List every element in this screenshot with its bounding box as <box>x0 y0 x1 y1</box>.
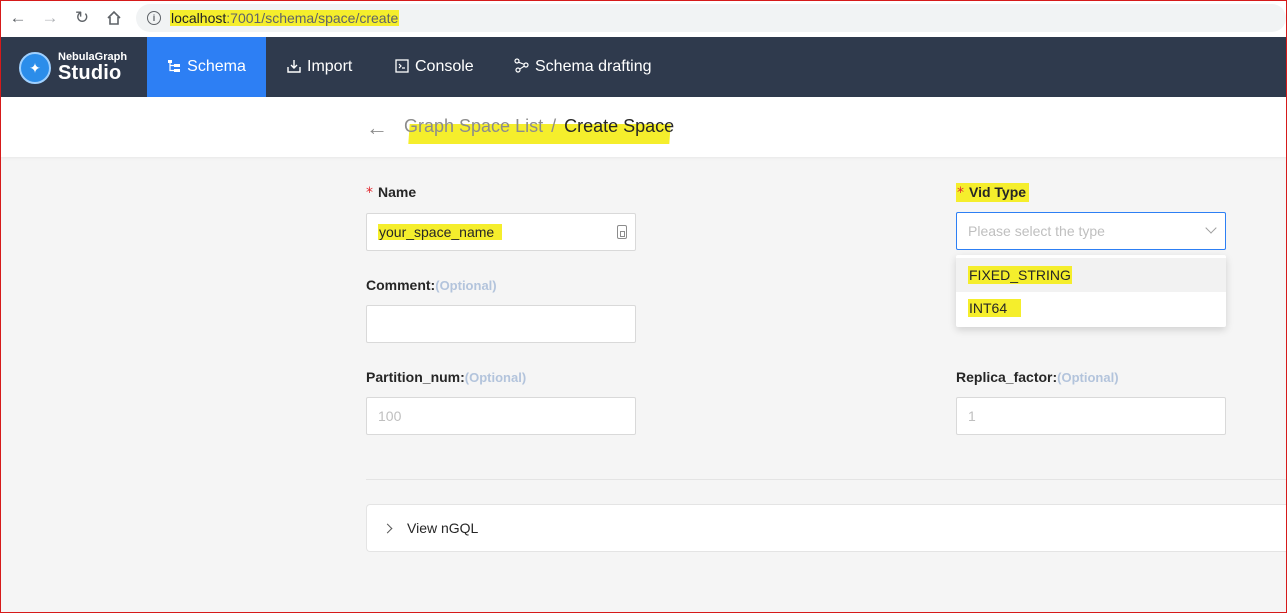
home-icon[interactable] <box>103 7 125 29</box>
name-input-value: your_space_name <box>378 224 503 240</box>
console-icon <box>395 58 409 76</box>
name-input[interactable]: your_space_name <box>366 213 636 251</box>
nav-tab-import[interactable]: Import <box>287 37 352 97</box>
breadcrumb-current-page: Create Space <box>564 116 675 136</box>
nav-tab-console[interactable]: Console <box>395 37 474 97</box>
vid-type-select[interactable]: Please select the type <box>956 212 1226 250</box>
optional-tag: (Optional) <box>464 370 527 385</box>
chevron-right-icon <box>382 523 393 533</box>
comment-input[interactable] <box>366 305 636 343</box>
forward-icon[interactable]: → <box>39 7 61 29</box>
site-info-icon[interactable]: i <box>147 11 161 25</box>
schema-icon <box>167 59 181 76</box>
divider <box>366 479 1287 480</box>
browser-toolbar: ← → ↻ i localhost:7001/schema/space/crea… <box>0 0 1287 37</box>
url-text: localhost:7001/schema/space/create <box>170 10 400 26</box>
reload-icon[interactable]: ↻ <box>71 7 93 29</box>
partition-num-placeholder: 100 <box>378 408 402 424</box>
option-fixed-string[interactable]: FIXED_STRING <box>956 258 1226 292</box>
comment-label: Comment:(Optional) <box>366 277 497 293</box>
nav-tab-console-label: Console <box>415 58 474 75</box>
address-bar[interactable]: i localhost:7001/schema/space/create <box>136 4 1286 32</box>
view-ngql-panel[interactable]: View nGQL <box>366 504 1287 552</box>
back-arrow-icon[interactable]: ← <box>366 115 388 141</box>
nav-tab-import-label: Import <box>307 58 353 75</box>
import-icon <box>287 59 301 76</box>
nav-tab-schema-label: Schema <box>187 58 246 75</box>
logo-product-text: Studio <box>58 62 122 84</box>
studio-logo[interactable]: ✦ NebulaGraph Studio <box>19 51 135 85</box>
nav-tab-schema[interactable]: Schema <box>147 37 266 97</box>
breadcrumb-graph-space-list[interactable]: Graph Space List <box>404 116 543 136</box>
partition-num-label: Partition_num:(Optional) <box>366 369 527 385</box>
back-icon[interactable]: ← <box>7 7 29 29</box>
drafting-icon <box>514 58 529 76</box>
vid-type-dropdown: FIXED_STRING INT64 <box>956 255 1226 327</box>
replica-factor-input[interactable]: 1 <box>956 397 1226 435</box>
breadcrumb-separator: / <box>551 116 557 136</box>
required-mark: * <box>366 185 373 201</box>
chevron-down-icon <box>1205 222 1217 234</box>
option-int64[interactable]: INT64 <box>956 291 1226 325</box>
nebula-logo-icon: ✦ <box>19 52 51 84</box>
vid-type-placeholder: Please select the type <box>968 223 1105 239</box>
replica-factor-placeholder: 1 <box>968 408 976 424</box>
breadcrumb: Graph Space List / Create Space <box>404 116 674 137</box>
nav-tab-schema-drafting[interactable]: Schema drafting <box>514 37 652 97</box>
optional-tag: (Optional) <box>435 278 497 293</box>
name-label: * Name <box>366 184 417 201</box>
optional-tag: (Optional) <box>1057 370 1119 385</box>
view-ngql-label: View nGQL <box>407 520 479 536</box>
replica-factor-label: Replica_factor:(Optional) <box>956 369 1119 385</box>
clipboard-icon[interactable] <box>617 225 627 239</box>
required-mark: * <box>957 185 964 201</box>
app-navbar: ✦ NebulaGraph Studio Schema Import Conso… <box>0 37 1287 97</box>
vid-type-label: * Vid Type <box>956 183 1030 202</box>
partition-num-input[interactable]: 100 <box>366 397 636 435</box>
nav-tab-schema-drafting-label: Schema drafting <box>535 58 652 75</box>
